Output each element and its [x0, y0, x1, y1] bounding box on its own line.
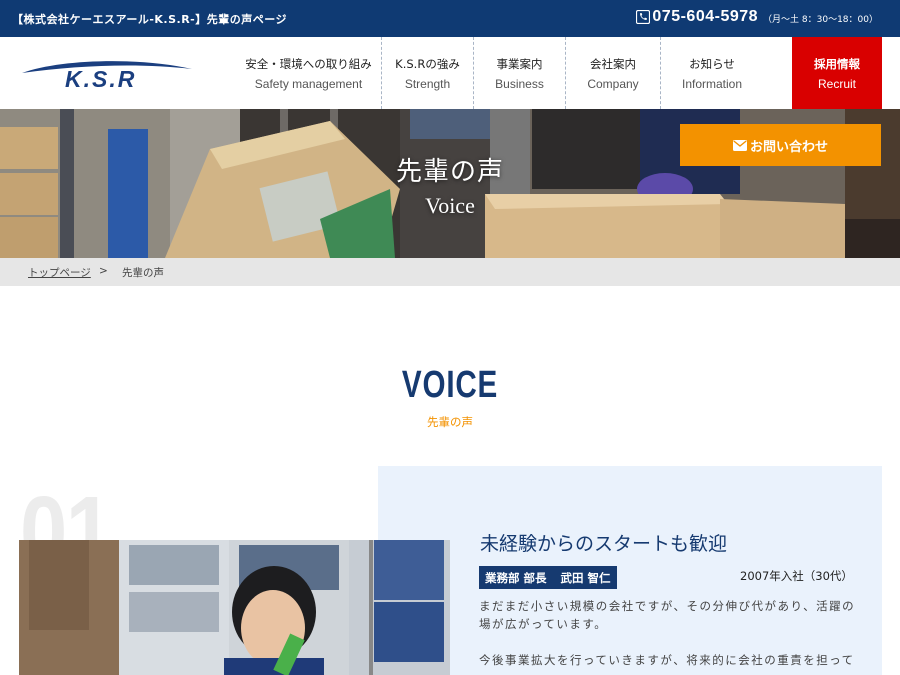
phone-contact[interactable]: 075-604-5978 （月～土 8：30～18：00） — [636, 8, 878, 26]
hero-title-en: Voice — [425, 193, 475, 218]
staff-name: 武田 智仁 — [560, 570, 611, 585]
nav-item-recruit[interactable]: 採用情報 Recruit — [792, 37, 882, 109]
recruit-label-en: Recruit — [817, 76, 856, 91]
top-bar: 【株式会社ケーエスアール-K.S.R-】先輩の声ページ 075-604-5978… — [0, 0, 900, 37]
nav-item-company[interactable]: 会社案内 Company — [566, 37, 661, 109]
business-hours: （月～土 8：30～18：00） — [763, 15, 878, 25]
nav-label-en: Business — [495, 76, 544, 91]
mail-icon — [732, 139, 747, 151]
nav-label-jp: 事業案内 — [496, 56, 543, 71]
staff-position: 業務部 部長 — [485, 570, 547, 585]
nav-label-en: Information — [681, 76, 743, 91]
nav-label-jp: お知らせ — [689, 56, 735, 71]
breadcrumb-current: 先輩の声 — [122, 267, 164, 279]
recruit-label-jp: 採用情報 — [814, 56, 860, 71]
site-header: K.S.R 安全・環境への取り組み Safety management K.S.… — [0, 37, 900, 109]
nav-label-jp: K.S.Rの強み — [395, 56, 460, 71]
site-tagline: 【株式会社ケーエスアール-K.S.R-】先輩の声ページ — [12, 13, 288, 26]
phone-number[interactable]: 075-604-5978 — [652, 8, 758, 26]
contact-button[interactable]: お問い合わせ — [680, 124, 881, 166]
contact-button-label: お問い合わせ — [749, 139, 828, 155]
nav-label-en: Strength — [404, 76, 451, 91]
joined-year: 2007年入社（30代） — [740, 569, 853, 583]
main-nav: 安全・環境への取り組み Safety management K.S.Rの強み S… — [236, 37, 763, 109]
nav-item-business[interactable]: 事業案内 Business — [474, 37, 566, 109]
nav-label-jp: 会社案内 — [590, 56, 636, 71]
staff-photo — [19, 540, 450, 675]
nav-label-en: Company — [587, 76, 639, 91]
voice-title: 未経験からのスタートも歓迎 — [480, 533, 728, 555]
phone-icon — [636, 10, 651, 24]
breadcrumb: トップページ > 先輩の声 — [0, 258, 900, 286]
breadcrumb-home-link[interactable]: トップページ — [28, 265, 91, 280]
section-title: VOICE — [401, 364, 499, 406]
nav-item-information[interactable]: お知らせ Information — [661, 37, 763, 109]
nav-label-en: Safety management — [254, 76, 363, 91]
staff-name-badge: 業務部 部長 武田 智仁 — [479, 566, 617, 589]
nav-item-safety[interactable]: 安全・環境への取り組み Safety management — [236, 37, 382, 109]
company-logo[interactable]: K.S.R — [20, 55, 195, 97]
staff-photo-image — [19, 540, 450, 675]
logo-text: K.S.R — [65, 66, 137, 92]
breadcrumb-separator: > — [99, 265, 108, 277]
hero-banner: 先輩の声 Voice お問い合わせ — [0, 109, 900, 258]
voice-body-paragraph: まだまだ小さい規模の会社ですが、その分伸び代があり、活躍の場が広がっています。 — [479, 599, 856, 631]
voice-body-paragraph-2: 今後事業拡大を行っていきますが、将来的に会社の重責を担って — [479, 653, 855, 667]
nav-label-jp: 安全・環境への取り組み — [245, 56, 372, 71]
section-subtitle: 先輩の声 — [427, 415, 473, 429]
nav-item-strength[interactable]: K.S.Rの強み Strength — [382, 37, 474, 109]
